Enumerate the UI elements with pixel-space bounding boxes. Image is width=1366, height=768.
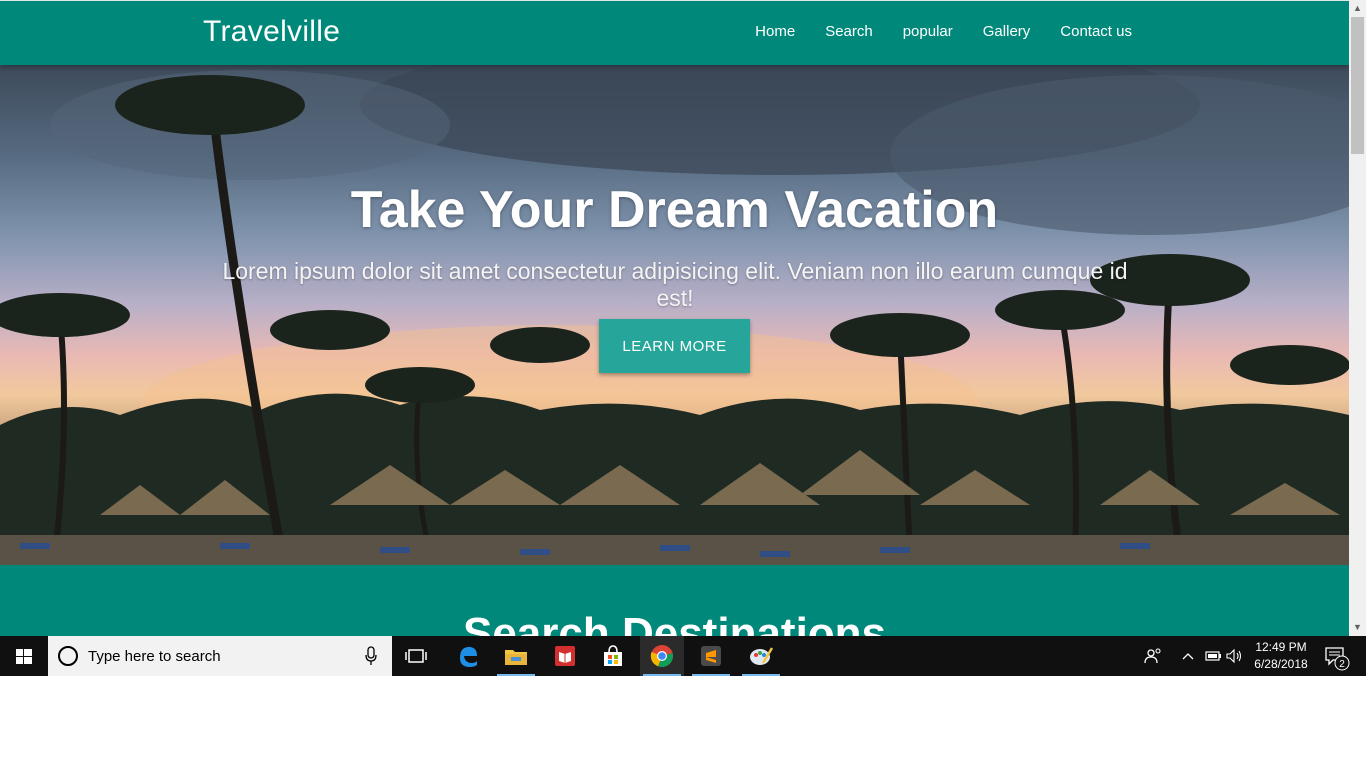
windows-logo-icon (16, 649, 32, 664)
nav-search[interactable]: Search (825, 23, 873, 40)
scroll-down-arrow-icon[interactable]: ▼ (1349, 619, 1366, 636)
battery-icon[interactable] (1202, 636, 1224, 676)
navbar: Travelville Home Search popular Gallery … (0, 0, 1349, 65)
microphone-icon[interactable] (364, 646, 378, 666)
sublime-text-icon[interactable] (689, 636, 733, 676)
store-icon[interactable] (591, 636, 635, 676)
hero-title: Take Your Dream Vacation (350, 181, 999, 239)
show-hidden-icons-chevron-icon[interactable] (1178, 636, 1198, 676)
nav-home[interactable]: Home (755, 23, 795, 40)
scroll-thumb[interactable] (1351, 17, 1364, 154)
edge-icon[interactable] (446, 636, 490, 676)
nav-popular[interactable]: popular (903, 23, 953, 40)
hero-subtitle: Lorem ipsum dolor sit amet consectetur a… (222, 258, 1128, 311)
start-button[interactable] (0, 636, 48, 676)
paint-icon[interactable] (739, 636, 783, 676)
taskbar-clock[interactable]: 12:49 PM 6/28/2018 (1246, 639, 1316, 673)
search-destinations-section: Search Destinations (0, 565, 1349, 636)
cortana-icon (58, 646, 78, 666)
volume-icon[interactable] (1224, 636, 1246, 676)
clock-date: 6/28/2018 (1254, 657, 1308, 671)
brand-logo[interactable]: Travelville (203, 15, 340, 49)
taskbar-search-placeholder: Type here to search (88, 648, 221, 665)
hero-background-image (0, 65, 1349, 565)
browser-page: Travelville Home Search popular Gallery … (0, 0, 1349, 636)
nav-gallery[interactable]: Gallery (983, 23, 1031, 40)
windows-taskbar: Type here to search 12:49 PM 6/28/2018 2 (0, 636, 1366, 676)
nav-contact[interactable]: Contact us (1060, 23, 1132, 40)
nav-links: Home Search popular Gallery Contact us (755, 23, 1132, 40)
search-destinations-title: Search Destinations (462, 609, 887, 636)
people-icon[interactable] (1140, 636, 1166, 676)
file-explorer-icon[interactable] (494, 636, 538, 676)
chrome-icon[interactable] (640, 636, 684, 676)
vertical-scrollbar[interactable]: ▲ ▼ (1349, 0, 1366, 636)
task-view-icon[interactable] (394, 636, 438, 676)
hero-section: Take Your Dream Vacation Lorem ipsum dol… (0, 65, 1349, 565)
scroll-up-arrow-icon[interactable]: ▲ (1349, 0, 1366, 17)
notification-count: 2 (1339, 659, 1345, 670)
clock-time: 12:49 PM (1255, 640, 1307, 654)
learn-more-button[interactable]: LEARN MORE (599, 319, 750, 373)
reader-icon[interactable] (543, 636, 587, 676)
action-center-icon[interactable]: 2 (1318, 636, 1358, 676)
taskbar-search-box[interactable]: Type here to search (48, 636, 392, 676)
